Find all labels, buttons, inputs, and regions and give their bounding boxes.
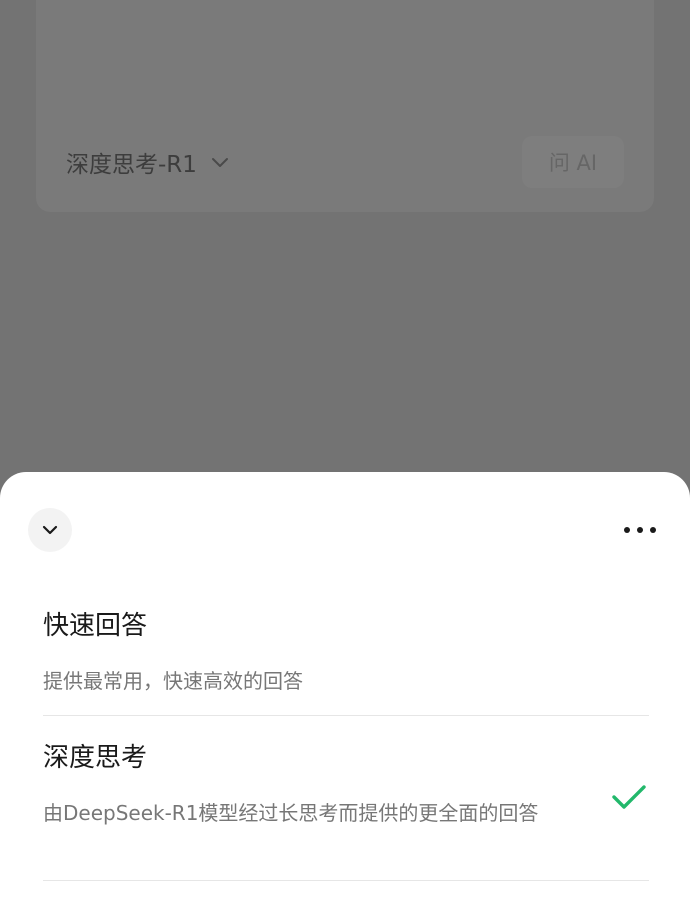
option-title: 深度思考 bbox=[43, 743, 148, 773]
divider bbox=[43, 880, 649, 881]
ask-ai-label: 问 AI bbox=[548, 151, 598, 175]
chevron-down-icon bbox=[42, 525, 58, 535]
ask-ai-button[interactable]: 问 AI bbox=[522, 136, 624, 188]
collapse-sheet-button[interactable] bbox=[28, 508, 72, 552]
chevron-down-icon bbox=[211, 158, 228, 167]
more-horizontal-icon bbox=[624, 527, 656, 533]
option-quick-answer[interactable]: 快速回答 提供最常用，快速高效的回答 bbox=[43, 606, 649, 716]
option-description: 由DeepSeek-R1模型经过长思考而提供的更全面的回答 bbox=[43, 801, 539, 825]
option-description: 提供最常用，快速高效的回答 bbox=[43, 669, 303, 693]
divider bbox=[43, 715, 649, 716]
model-selector[interactable]: 深度思考-R1 bbox=[66, 146, 229, 178]
model-selector-label: 深度思考-R1 bbox=[66, 152, 197, 178]
more-options-button[interactable] bbox=[618, 516, 662, 544]
option-deep-thinking[interactable]: 深度思考 由DeepSeek-R1模型经过长思考而提供的更全面的回答 bbox=[43, 738, 649, 882]
option-title: 快速回答 bbox=[43, 611, 148, 641]
mode-picker-sheet: 快速回答 提供最常用，快速高效的回答 深度思考 由DeepSeek-R1模型经过… bbox=[0, 472, 690, 920]
checkmark-icon bbox=[612, 785, 646, 809]
chat-input-card: 深度思考-R1 问 AI bbox=[36, 0, 654, 212]
